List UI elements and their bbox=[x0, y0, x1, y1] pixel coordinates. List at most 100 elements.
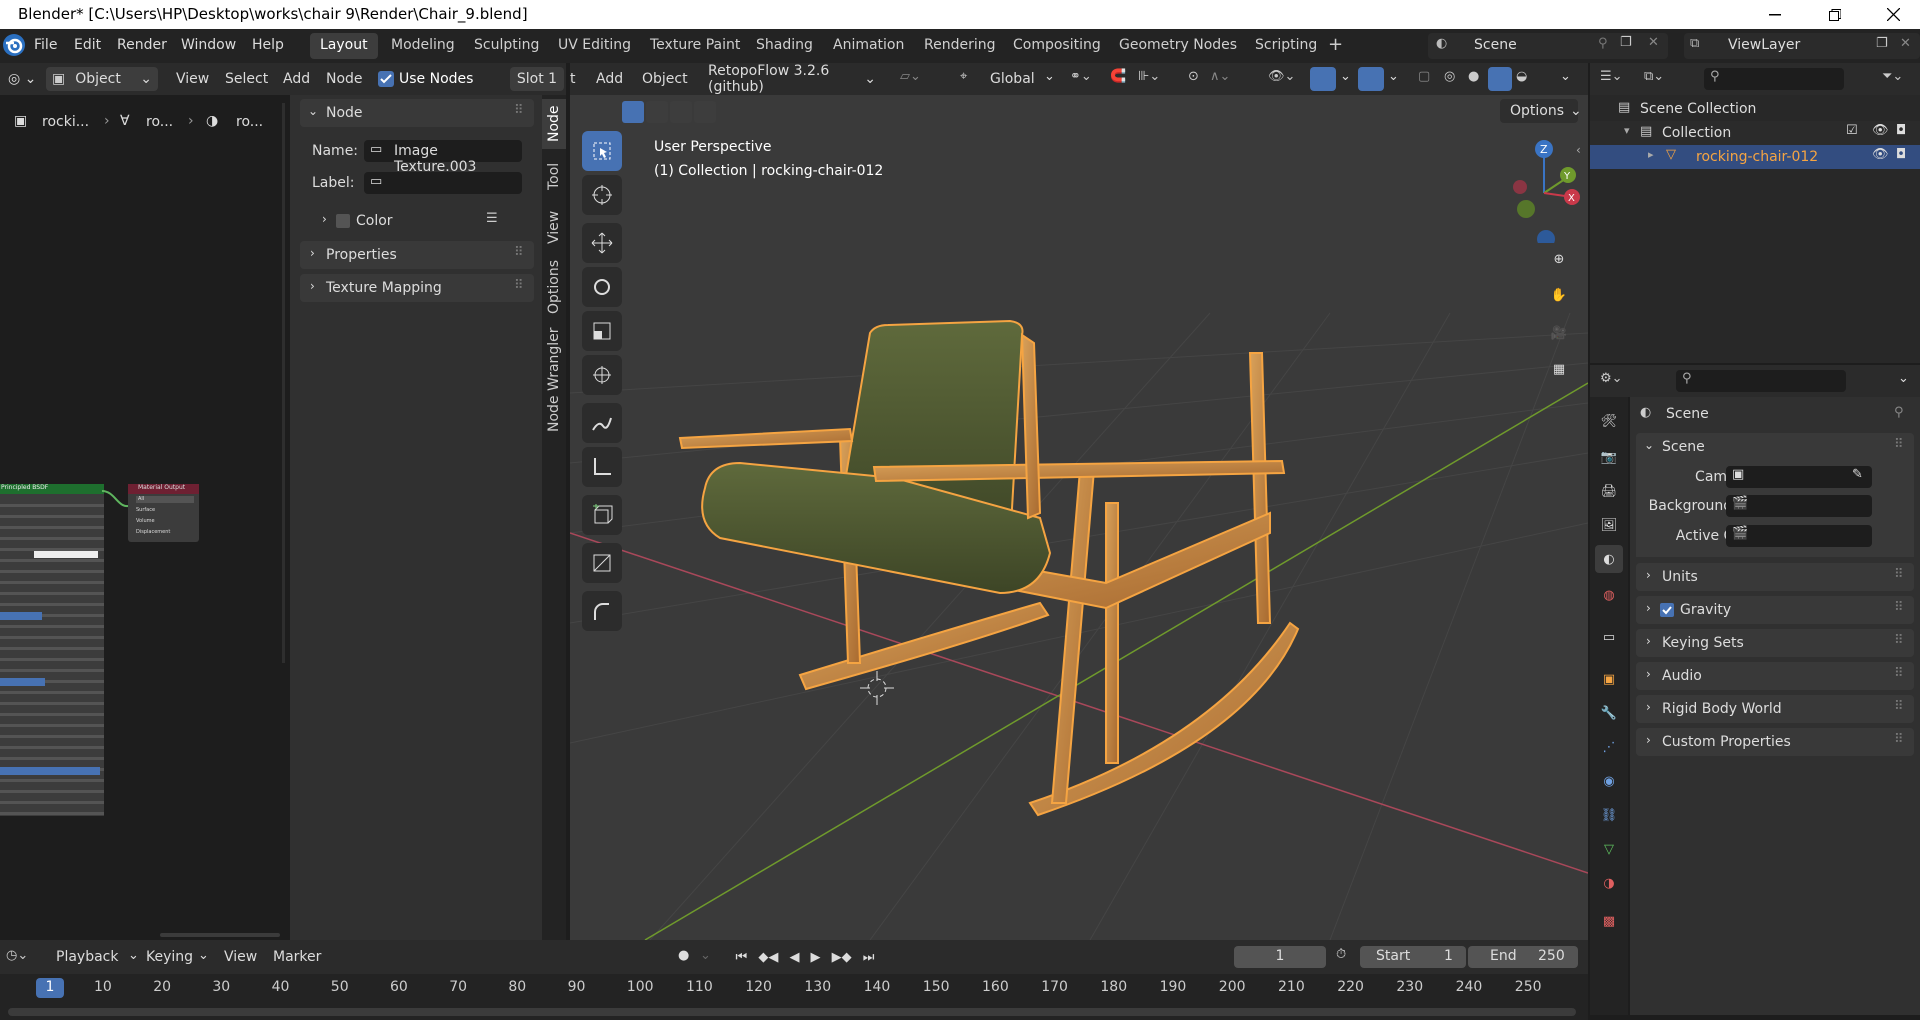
workspace-tab-scripting[interactable]: Scripting bbox=[1245, 33, 1327, 59]
preview-range-icon[interactable]: ⏱ bbox=[1336, 947, 1346, 962]
properties-options-icon[interactable]: ⌄ bbox=[1898, 371, 1909, 386]
annotate-tool-icon[interactable] bbox=[582, 403, 622, 443]
outliner-editor-type-icon[interactable]: ☰⌄ bbox=[1600, 69, 1623, 84]
rocking-chair-model[interactable] bbox=[678, 319, 1300, 817]
slot-dropdown[interactable]: Slot 1 bbox=[510, 67, 564, 91]
rotate-tool-icon[interactable] bbox=[582, 267, 622, 307]
menu-view[interactable]: View bbox=[176, 71, 209, 87]
keying-sets-panel-header[interactable]: › Keying Sets ⠿ bbox=[1636, 629, 1914, 657]
material-tab-icon[interactable]: ◑ bbox=[1595, 869, 1623, 897]
background-field[interactable]: 🎬 bbox=[1726, 495, 1872, 517]
preset-list-icon[interactable]: ☰ bbox=[486, 211, 498, 226]
render-camera-icon[interactable]: ◘ bbox=[1896, 123, 1906, 138]
exclude-checkbox[interactable]: ☑ bbox=[1846, 123, 1858, 138]
extra-tool-icon[interactable] bbox=[582, 543, 622, 583]
particles-tab-icon[interactable]: ⋰ bbox=[1595, 733, 1623, 761]
principled-bsdf-node[interactable]: Principled BSDF bbox=[0, 484, 104, 816]
perspective-toggle-icon[interactable]: ▦ bbox=[1545, 355, 1573, 383]
workspace-tab-modeling[interactable]: Modeling bbox=[381, 33, 465, 59]
modifier-tab-icon[interactable]: 🔧 bbox=[1595, 699, 1623, 727]
properties-search-input[interactable]: ⚲ bbox=[1676, 370, 1846, 392]
menu-window[interactable]: Window bbox=[181, 37, 236, 53]
expand-icon[interactable]: ▸ bbox=[1648, 148, 1654, 161]
visibility-eye-icon[interactable]: 👁 bbox=[1872, 123, 1889, 138]
use-nodes-checkbox[interactable] bbox=[378, 71, 394, 87]
rigid-body-world-panel-header[interactable]: › Rigid Body World ⠿ bbox=[1636, 695, 1914, 723]
object-tab-icon[interactable]: ▣ bbox=[1595, 665, 1623, 693]
menu-view[interactable]: View bbox=[224, 949, 257, 965]
play-icon[interactable]: ▶ bbox=[811, 950, 821, 965]
expand-icon[interactable]: ▾ bbox=[1624, 124, 1630, 137]
tab-node[interactable]: Node bbox=[542, 99, 566, 149]
tab-tool[interactable]: Tool bbox=[542, 155, 566, 197]
tool-tab-icon[interactable]: 🛠 bbox=[1595, 407, 1623, 435]
texture-tab-icon[interactable]: ▩ bbox=[1595, 907, 1623, 935]
drag-handle-icon[interactable]: ⠿ bbox=[1894, 437, 1904, 452]
texture-mapping-panel-header[interactable]: › Texture Mapping ⠿ bbox=[300, 274, 534, 302]
gravity-checkbox[interactable] bbox=[1660, 603, 1674, 617]
physics-tab-icon[interactable]: ◉ bbox=[1595, 767, 1623, 795]
menu-playback[interactable]: Playback bbox=[56, 949, 118, 965]
sidebar-toggle-icon[interactable]: ‹ bbox=[1576, 143, 1581, 157]
timeline-scrollbar[interactable] bbox=[8, 1008, 1576, 1016]
camera-field[interactable]: ▣ ✎ bbox=[1726, 466, 1872, 488]
material-output-node[interactable]: Material Output All Surface Volume Displ… bbox=[128, 484, 199, 542]
jump-start-icon[interactable]: ⏮ bbox=[736, 950, 748, 965]
move-tool-icon[interactable] bbox=[582, 223, 622, 263]
view-layer-selector[interactable]: ⧉ ViewLayer ❐ ✕ bbox=[1684, 33, 1920, 59]
new-view-layer-icon[interactable]: ❐ bbox=[1876, 36, 1888, 51]
node-name-field[interactable]: ▭ Image Texture.003 bbox=[364, 140, 522, 175]
delete-view-layer-icon[interactable]: ✕ bbox=[1900, 36, 1911, 51]
current-frame-field[interactable]: 1 bbox=[1234, 946, 1326, 968]
pin-icon[interactable]: ⚲ bbox=[1598, 36, 1608, 51]
workspace-tab-uv-editing[interactable]: UV Editing bbox=[548, 33, 641, 59]
outliner-row-collection[interactable]: ▾ ▤ Collection ☑ 👁 ◘ bbox=[1590, 121, 1920, 145]
timeline-editor-type-icon[interactable]: ◷⌄ bbox=[6, 948, 28, 963]
workspace-tab-compositing[interactable]: Compositing bbox=[1003, 33, 1111, 59]
active-clip-field[interactable]: 🎬 bbox=[1726, 525, 1872, 547]
data-tab-icon[interactable]: ▽ bbox=[1595, 835, 1623, 863]
workspace-tab-shading[interactable]: Shading bbox=[746, 33, 823, 59]
shader-type-dropdown[interactable]: ▣ Object ⌄ bbox=[46, 67, 158, 91]
drag-handle-icon[interactable]: ⠿ bbox=[514, 278, 524, 293]
render-camera-icon[interactable]: ◘ bbox=[1896, 147, 1906, 162]
3d-viewport[interactable]: t Add Object RetopoFlow 3.2.6 (github) ⌄ … bbox=[570, 63, 1588, 940]
transform-tool-icon[interactable] bbox=[582, 355, 622, 395]
close-window-button[interactable] bbox=[1870, 0, 1916, 29]
menu-marker[interactable]: Marker bbox=[273, 949, 321, 965]
menu-help[interactable]: Help bbox=[252, 37, 284, 53]
menu-node[interactable]: Node bbox=[326, 71, 363, 87]
node-editor-scrollbar[interactable] bbox=[282, 103, 285, 663]
blender-logo-icon[interactable] bbox=[3, 34, 25, 56]
visibility-eye-icon[interactable]: 👁 bbox=[1872, 147, 1889, 162]
scene-panel-header[interactable]: ⌄ Scene ⠿ bbox=[1636, 433, 1914, 461]
scene-tab-icon[interactable]: ◐ bbox=[1595, 545, 1623, 573]
play-reverse-icon[interactable]: ◀ bbox=[789, 950, 799, 965]
delete-scene-icon[interactable]: ✕ bbox=[1648, 35, 1659, 50]
outliner-row-rocking-chair[interactable]: ▸ ▽ rocking-chair-012 👁 ◘ bbox=[1590, 145, 1920, 169]
drag-handle-icon[interactable]: ⠿ bbox=[1894, 633, 1904, 648]
drag-handle-icon[interactable]: ⠿ bbox=[514, 103, 524, 118]
retopo-tool-icon[interactable] bbox=[582, 591, 622, 631]
workspace-tab-sculpting[interactable]: Sculpting bbox=[464, 33, 549, 59]
jump-end-icon[interactable]: ⏭ bbox=[863, 950, 875, 965]
menu-edit[interactable]: Edit bbox=[74, 37, 101, 53]
properties-panel-header[interactable]: › Properties ⠿ bbox=[300, 241, 534, 269]
output-tab-icon[interactable]: 🖨 bbox=[1595, 477, 1623, 505]
audio-panel-header[interactable]: › Audio ⠿ bbox=[1636, 662, 1914, 690]
menu-render[interactable]: Render bbox=[117, 37, 167, 53]
color-checkbox[interactable] bbox=[336, 214, 350, 228]
workspace-tab-rendering[interactable]: Rendering bbox=[914, 33, 1006, 59]
view-layer-tab-icon[interactable]: 🖼 bbox=[1595, 511, 1623, 539]
next-keyframe-icon[interactable]: ▶◆ bbox=[832, 950, 852, 965]
navigation-gizmo[interactable]: Z Y X bbox=[1480, 133, 1580, 243]
minimize-button[interactable] bbox=[1752, 0, 1798, 29]
workspace-tab-texture-paint[interactable]: Texture Paint bbox=[640, 33, 750, 59]
measure-tool-icon[interactable] bbox=[582, 447, 622, 487]
display-mode-icon[interactable]: ⧉⌄ bbox=[1644, 69, 1664, 84]
workspace-tab-animation[interactable]: Animation bbox=[823, 33, 914, 59]
drag-handle-icon[interactable]: ⠿ bbox=[1894, 567, 1904, 582]
prev-keyframe-icon[interactable]: ◆◀ bbox=[758, 950, 778, 965]
drag-handle-icon[interactable]: ⠿ bbox=[1894, 600, 1904, 615]
units-panel-header[interactable]: › Units ⠿ bbox=[1636, 563, 1914, 591]
